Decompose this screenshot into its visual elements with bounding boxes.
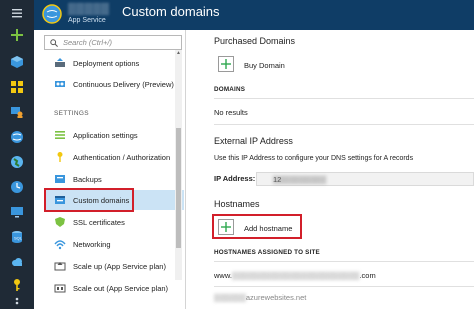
ip-address-field[interactable]: ▒▒▒▒▒▒▒▒▒▒ 12 bbox=[256, 172, 474, 186]
domains-column-header: DOMAINS bbox=[214, 86, 246, 93]
search-icon bbox=[50, 39, 58, 47]
deploy-icon bbox=[55, 58, 65, 67]
highlight-box-custom-domains bbox=[44, 188, 134, 212]
menu-item-authentication[interactable]: Authentication / Authorization bbox=[44, 147, 184, 167]
menu-item-scale-up[interactable]: Scale up (App Service plan) bbox=[44, 256, 184, 276]
search-placeholder: Search (Ctrl+/) bbox=[63, 38, 112, 47]
resource-menu: Search (Ctrl+/) Deployment options Conti… bbox=[34, 30, 186, 309]
scroll-up-icon[interactable]: ▲ bbox=[175, 50, 182, 57]
blade-header: ▒▒▒▒▒ Custom domains App Service bbox=[34, 0, 474, 30]
menu-item-scale-out[interactable]: Scale out (App Service plan) bbox=[44, 278, 184, 298]
menu-icon[interactable] bbox=[8, 4, 26, 22]
menu-search-input[interactable]: Search (Ctrl+/) bbox=[44, 35, 182, 50]
monitor-icon[interactable] bbox=[8, 203, 26, 221]
key-icon[interactable] bbox=[8, 276, 26, 294]
page-title: Custom domains bbox=[122, 4, 220, 19]
dots-icon[interactable] bbox=[8, 293, 26, 309]
menu-item-backups[interactable]: Backups bbox=[44, 169, 184, 189]
cloud-icon[interactable] bbox=[8, 253, 26, 271]
menu-item-continuous-delivery[interactable]: Continuous Delivery (Preview) bbox=[44, 74, 184, 94]
grid-icon[interactable] bbox=[8, 78, 26, 96]
hostname-row[interactable]: www.▒▒▒▒▒▒▒▒▒▒▒▒▒▒▒▒▒▒▒▒▒▒▒▒.com bbox=[214, 271, 376, 280]
globe-icon[interactable] bbox=[8, 128, 26, 146]
sql-icon[interactable]: SQL bbox=[8, 228, 26, 246]
buy-domain-label[interactable]: Buy Domain bbox=[244, 61, 285, 70]
purchased-domains-heading: Purchased Domains bbox=[214, 36, 296, 46]
no-results-text: No results bbox=[214, 108, 248, 117]
buy-domain-button[interactable] bbox=[218, 56, 234, 72]
person-monitor-icon[interactable] bbox=[8, 103, 26, 121]
custom-domains-content: Purchased Domains Buy Domain DOMAINS No … bbox=[190, 30, 474, 309]
scale-out-icon bbox=[54, 284, 66, 293]
scale-up-icon bbox=[54, 262, 66, 271]
hostname-row[interactable]: ▒▒▒▒▒▒azurewebsites.net bbox=[214, 293, 306, 302]
divider bbox=[214, 124, 474, 125]
external-ip-heading: External IP Address bbox=[214, 136, 293, 146]
divider bbox=[214, 98, 474, 99]
hostname-redacted: ▒▒▒▒▒▒▒▒▒▒▒▒▒▒▒▒▒▒▒▒▒▒▒▒ bbox=[231, 271, 360, 280]
app-service-logo-icon bbox=[42, 4, 62, 24]
menu-item-application-settings[interactable]: Application settings bbox=[44, 125, 184, 145]
ip-address-suffix: 12 bbox=[273, 175, 282, 184]
plus-icon[interactable] bbox=[8, 26, 26, 44]
backup-icon bbox=[55, 175, 65, 183]
network-icon bbox=[54, 240, 66, 250]
menu-scrollbar[interactable]: ▲ bbox=[175, 50, 182, 280]
page-subtitle: App Service bbox=[68, 17, 106, 24]
section-settings: SETTINGS bbox=[54, 110, 89, 117]
external-ip-description: Use this IP Address to configure your DN… bbox=[214, 155, 414, 162]
divider bbox=[214, 261, 474, 262]
ip-address-label: IP Address: bbox=[214, 174, 256, 183]
resource-name: ▒▒▒▒▒ bbox=[68, 3, 110, 15]
hostnames-column-header: HOSTNAMES ASSIGNED TO SITE bbox=[214, 249, 320, 256]
menu-item-deployment-options[interactable]: Deployment options bbox=[44, 53, 184, 73]
divider bbox=[214, 286, 474, 287]
left-nav-rail: SQL bbox=[0, 0, 34, 309]
menu-item-networking[interactable]: Networking bbox=[44, 234, 184, 254]
hostname-redacted: ▒▒▒▒▒▒ bbox=[214, 293, 246, 302]
settings-list-icon bbox=[55, 131, 65, 139]
world-icon[interactable] bbox=[8, 153, 26, 171]
delivery-icon bbox=[55, 81, 65, 87]
menu-item-ssl-certificates[interactable]: SSL certificates bbox=[44, 212, 184, 232]
shield-icon bbox=[55, 217, 65, 227]
plus-icon bbox=[221, 59, 231, 69]
highlight-box-add-hostname bbox=[212, 214, 302, 239]
clock-icon[interactable] bbox=[8, 178, 26, 196]
hostnames-heading: Hostnames bbox=[214, 199, 260, 209]
key-icon bbox=[57, 152, 63, 162]
svg-text:SQL: SQL bbox=[14, 236, 23, 241]
scrollbar-thumb[interactable] bbox=[176, 128, 181, 248]
cube-icon[interactable] bbox=[8, 53, 26, 71]
